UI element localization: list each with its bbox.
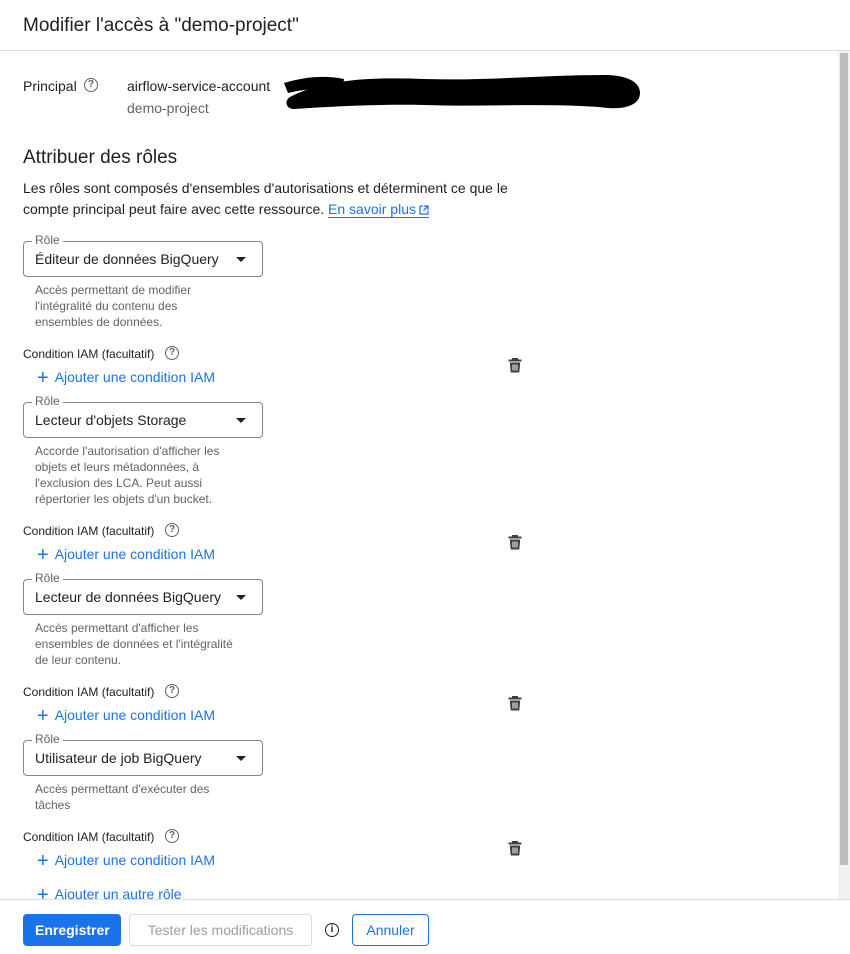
add-condition-label: Ajouter une condition IAM	[54, 369, 216, 385]
role-select-value: Lecteur d'objets Storage	[35, 412, 187, 428]
dropdown-arrow-icon	[236, 418, 246, 423]
cancel-button[interactable]: Annuler	[352, 914, 429, 946]
info-icon[interactable]: i	[325, 923, 339, 937]
add-condition-button[interactable]: + Ajouter une condition IAM	[37, 705, 216, 727]
dialog-title: Modifier l'accès à "demo-project"	[23, 15, 299, 36]
plus-icon: +	[37, 544, 49, 566]
section-title: Attribuer des rôles	[23, 147, 178, 168]
help-icon[interactable]: ?	[84, 78, 98, 92]
plus-icon: +	[37, 850, 49, 872]
add-role-label: Ajouter un autre rôle	[54, 886, 182, 899]
principal-email: airflow-service-account	[127, 78, 271, 94]
principal-label: Principal	[23, 78, 77, 94]
principal-project: demo-project	[127, 100, 209, 116]
external-link-icon	[419, 205, 429, 215]
add-condition-label: Ajouter une condition IAM	[54, 546, 216, 562]
delete-icon[interactable]	[508, 695, 522, 711]
help-icon[interactable]: ?	[165, 346, 179, 360]
help-icon[interactable]: ?	[165, 829, 179, 843]
role-select-value: Éditeur de données BigQuery	[35, 251, 219, 267]
condition-label: Condition IAM (facultatif)	[23, 830, 155, 844]
plus-icon: +	[37, 367, 49, 389]
role-description: Accès permettant de modifier l'intégrali…	[35, 283, 192, 329]
role-select-value: Lecteur de données BigQuery	[35, 589, 222, 605]
condition-label: Condition IAM (facultatif)	[23, 685, 155, 699]
add-condition-button[interactable]: + Ajouter une condition IAM	[37, 367, 216, 389]
dialog-header: Modifier l'accès à "demo-project"	[0, 0, 850, 51]
role-select[interactable]: Rôle Lecteur d'objets Storage	[23, 394, 263, 438]
section-description-text: Les rôles sont composés d'ensembles d'au…	[23, 180, 508, 217]
condition-label: Condition IAM (facultatif)	[23, 347, 155, 361]
add-role-button[interactable]: + Ajouter un autre rôle	[37, 884, 182, 899]
learn-more-link[interactable]: En savoir plus	[328, 201, 429, 218]
role-select[interactable]: Rôle Utilisateur de job BigQuery	[23, 732, 263, 776]
delete-icon[interactable]	[508, 840, 522, 856]
help-icon[interactable]: ?	[165, 684, 179, 698]
role-description: Accès permettant d'afficher les ensemble…	[35, 621, 233, 667]
dropdown-arrow-icon	[236, 595, 246, 600]
help-icon[interactable]: ?	[165, 523, 179, 537]
role-field-label: Rôle	[32, 233, 63, 247]
dialog-footer: Enregistrer Tester les modifications i A…	[0, 899, 850, 954]
add-condition-button[interactable]: + Ajouter une condition IAM	[37, 544, 216, 566]
add-condition-label: Ajouter une condition IAM	[54, 707, 216, 723]
role-field-label: Rôle	[32, 732, 63, 746]
add-condition-label: Ajouter une condition IAM	[54, 852, 216, 868]
role-select[interactable]: Rôle Éditeur de données BigQuery	[23, 233, 263, 277]
role-select-value: Utilisateur de job BigQuery	[35, 750, 202, 766]
learn-more-label: En savoir plus	[328, 201, 416, 217]
add-condition-button[interactable]: + Ajouter une condition IAM	[37, 850, 216, 872]
role-field-label: Rôle	[32, 394, 63, 408]
scrollbar[interactable]	[838, 51, 850, 899]
dropdown-arrow-icon	[236, 257, 246, 262]
plus-icon: +	[37, 705, 49, 727]
section-description: Les rôles sont composés d'ensembles d'au…	[23, 178, 523, 220]
delete-icon[interactable]	[508, 534, 522, 550]
condition-label: Condition IAM (facultatif)	[23, 524, 155, 538]
plus-icon: +	[37, 884, 49, 899]
test-changes-button[interactable]: Tester les modifications	[129, 914, 312, 946]
dropdown-arrow-icon	[236, 756, 246, 761]
delete-icon[interactable]	[508, 357, 522, 373]
dialog-body[interactable]: Principal ? airflow-service-account demo…	[0, 51, 850, 899]
redaction-mark	[284, 75, 640, 109]
role-field-label: Rôle	[32, 571, 63, 585]
role-select[interactable]: Rôle Lecteur de données BigQuery	[23, 571, 263, 615]
scrollbar-thumb[interactable]	[840, 53, 848, 865]
role-description: Accès permettant d'exécuter des tâches	[35, 782, 210, 812]
role-description: Accorde l'autorisation d'afficher les ob…	[35, 444, 220, 506]
save-button[interactable]: Enregistrer	[23, 914, 121, 946]
